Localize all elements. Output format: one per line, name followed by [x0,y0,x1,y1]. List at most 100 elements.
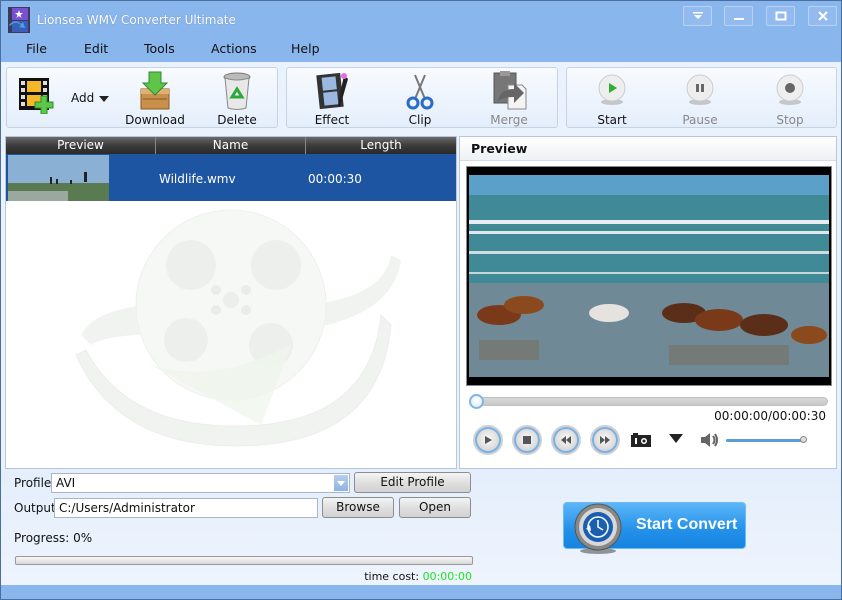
volume-icon[interactable] [700,432,720,448]
film-add-icon [19,78,54,114]
volume-slider[interactable] [726,439,804,442]
dropdown-arrow-icon [693,12,703,19]
rewind-button[interactable] [553,427,579,453]
maximize-icon [775,11,787,21]
edit-profile-button[interactable]: Edit Profile [354,472,471,493]
status-bar [1,585,841,599]
menu-actions[interactable]: Actions [211,41,257,56]
scissors-icon [406,74,434,110]
play-circle-icon [598,74,626,105]
profile-select[interactable]: AVI [51,473,350,493]
add-label: Add [71,91,95,105]
menu-tools[interactable]: Tools [144,41,175,56]
download-label: Download [125,113,185,127]
toolbar-group-edit: Effect Clip Merge [286,67,558,128]
time-cost-label: time cost: [364,570,420,583]
window-menu-button[interactable] [683,6,712,26]
stop-label: Stop [776,113,804,127]
column-header-name[interactable]: Name [156,137,306,154]
film-effect-icon [316,72,348,110]
start-label: Start [597,113,627,127]
stop-button[interactable]: Stop [760,68,820,128]
toolbar-group-convert: Start Pause Stop [566,67,837,128]
add-dropdown-arrow-icon[interactable] [99,96,109,102]
pause-button[interactable]: Pause [670,68,730,128]
preview-title: Preview [471,141,528,156]
stop-playback-button[interactable] [514,427,540,453]
start-convert-button[interactable]: Start Convert [563,502,746,554]
output-label: Output: [14,501,60,515]
profile-label: Profile: [14,476,56,490]
effect-button[interactable]: Effect [302,68,362,128]
merge-doc-icon [493,71,527,110]
download-box-icon [140,71,170,110]
add-button[interactable]: Add [11,68,111,128]
delete-label: Delete [217,113,257,127]
file-list[interactable]: Preview Name Length Wildlife.wmv 00:00:3… [5,136,457,469]
delete-button[interactable]: Delete [209,68,265,128]
file-name: Wildlife.wmv [159,172,236,186]
seek-handle[interactable] [469,394,484,409]
fast-forward-button[interactable] [592,427,618,453]
rewind-icon [561,436,571,444]
window-title: Lionsea WMV Converter Ultimate [37,13,236,27]
column-header-preview[interactable]: Preview [6,137,156,154]
time-cost: time cost: 00:00:00 [364,570,472,583]
toolbar-group-file: Add Download Delete [6,67,278,128]
title-bar: Lionsea WMV Converter Ultimate [1,1,841,37]
main-area: Preview Name Length Wildlife.wmv 00:00:3… [1,133,841,469]
toolbar: Add Download Delete Effect Clip Merge St… [1,62,841,133]
menu-edit[interactable]: Edit [84,41,108,56]
play-button[interactable] [475,427,501,453]
pause-circle-icon [686,74,714,105]
close-button[interactable] [808,6,837,26]
output-path-input[interactable]: C:/Users/Administrator [54,498,318,518]
video-player[interactable] [466,166,832,386]
effect-label: Effect [314,113,350,127]
preview-header: Preview [460,137,836,161]
maximize-button[interactable] [766,6,795,26]
clock-convert-icon [574,503,622,554]
minimize-icon [734,18,744,20]
close-icon [818,11,828,21]
stop-circle-icon [776,74,804,105]
volume-handle[interactable] [799,436,807,443]
pause-label: Pause [682,113,718,127]
snapshot-dropdown-icon[interactable] [669,434,683,443]
merge-button[interactable]: Merge [479,68,539,128]
recycle-bin-icon [223,72,251,110]
seek-slider[interactable] [469,394,828,409]
app-logo-icon [8,7,30,33]
menu-help[interactable]: Help [291,41,320,56]
menu-bar: File Edit Tools Actions Help [1,39,841,59]
profile-value: AVI [56,476,76,490]
play-icon [485,436,492,444]
open-button[interactable]: Open [399,497,471,518]
profile-dropdown-arrow-icon[interactable] [334,475,348,491]
minimize-button[interactable] [724,6,753,26]
stop-icon [523,436,531,444]
video-thumbnail [8,155,109,201]
film-reel-watermark-icon [75,209,401,447]
download-button[interactable]: Download [125,68,185,128]
file-row[interactable]: Wildlife.wmv 00:00:30 [6,154,456,202]
start-button[interactable]: Start [582,68,642,128]
column-header-length[interactable]: Length [306,137,456,154]
clip-label: Clip [408,113,432,127]
file-list-header: Preview Name Length [6,137,456,154]
merge-label: Merge [490,113,528,127]
progress-label: Progress: 0% [14,531,93,545]
progress-bar [15,556,473,565]
preview-panel: Preview 00:00:00/00:00:30 [459,136,837,469]
app-window: Lionsea WMV Converter Ultimate File Edit… [0,0,842,600]
menu-file[interactable]: File [26,41,47,56]
file-length: 00:00:30 [308,172,362,186]
output-settings: Profile: AVI Edit Profile Output: C:/Use… [1,469,841,585]
time-cost-value: 00:00:00 [422,570,472,583]
fast-forward-icon [600,436,610,444]
browse-button[interactable]: Browse [322,497,394,518]
clip-button[interactable]: Clip [390,68,450,128]
video-frame-image [469,175,829,377]
snapshot-camera-icon[interactable] [630,432,652,448]
time-display: 00:00:00/00:00:30 [714,409,826,423]
